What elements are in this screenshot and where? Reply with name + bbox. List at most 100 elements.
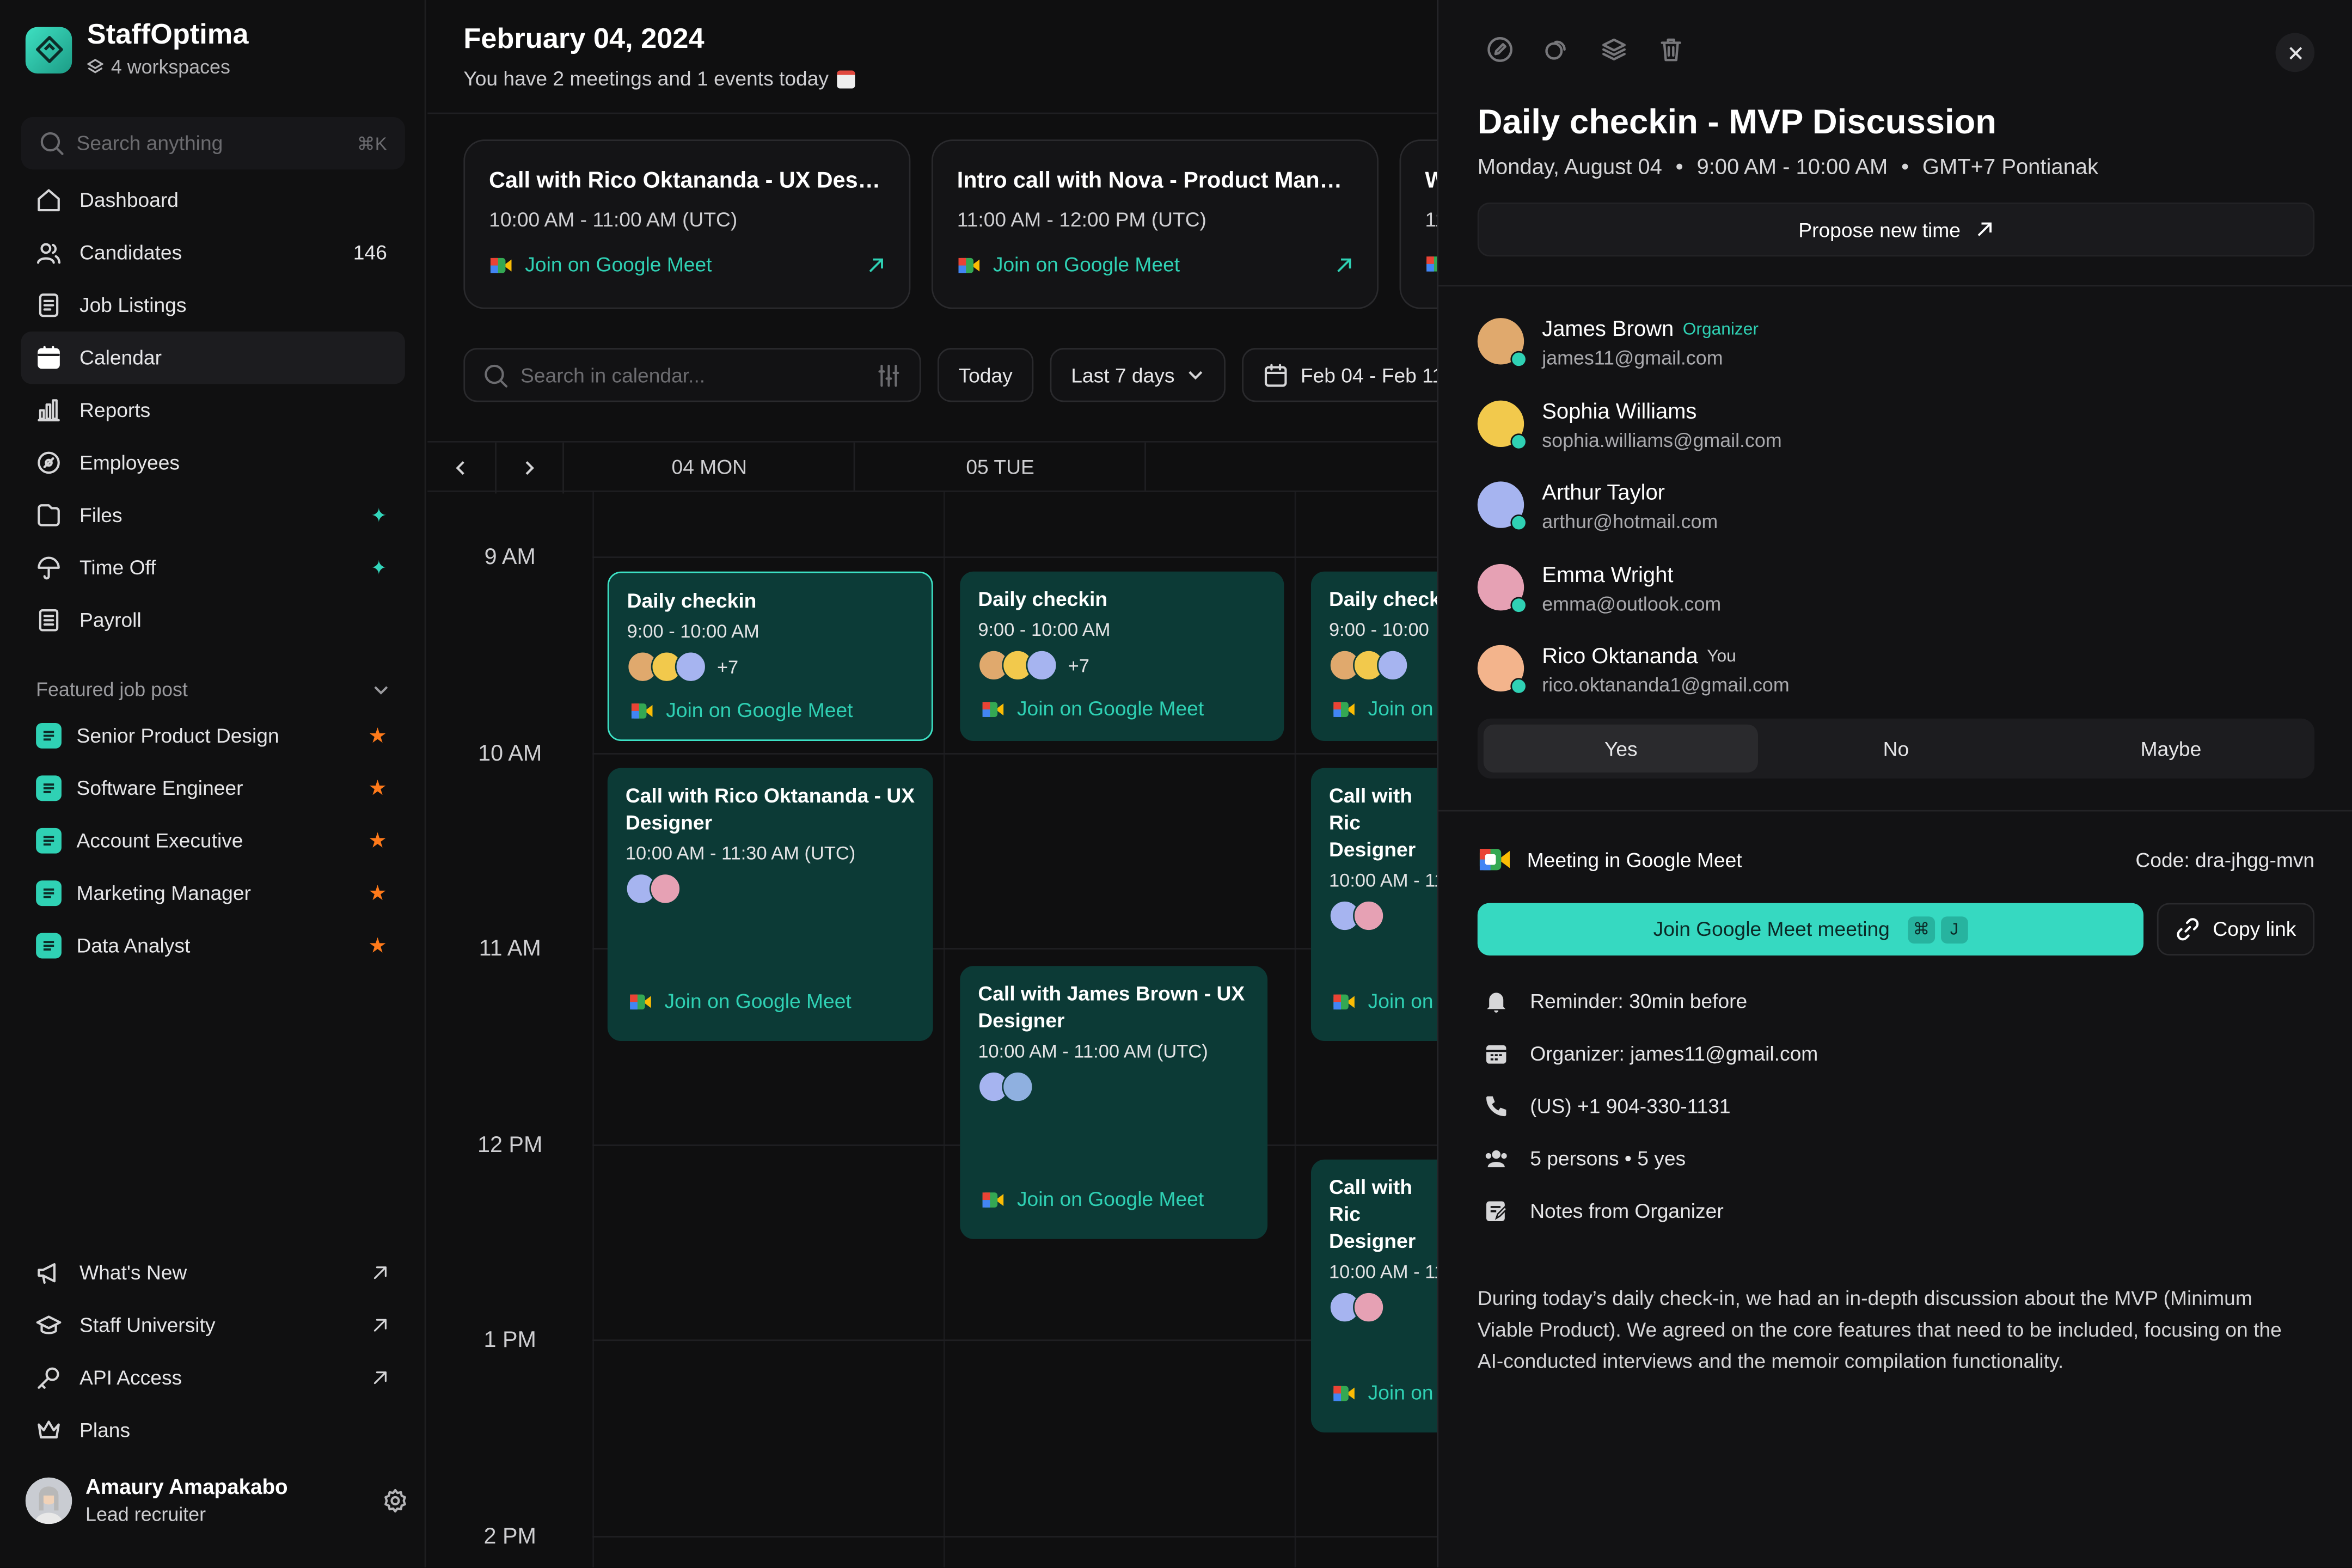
- featured-item[interactable]: Account Executive ★: [21, 814, 405, 867]
- join-meet-label: Join on Google Meet: [664, 990, 852, 1013]
- calendar-event[interactable]: Daily checki 9:00 - 10:00 Join on: [1310, 571, 1437, 742]
- next-week-button[interactable]: [496, 442, 565, 494]
- key-icon: [38, 1367, 59, 1389]
- join-meet-link[interactable]: Join on: [1332, 697, 1434, 720]
- meeting-card[interactable]: Call with Rico Oktananda - UX Designer 1…: [463, 139, 911, 309]
- featured-item-label: Senior Product Design: [76, 724, 279, 748]
- featured-item[interactable]: Marketing Manager ★: [21, 867, 405, 919]
- attendee-row[interactable]: Rico Oktananda You rico.oktananda1@gmail.…: [1477, 645, 2314, 727]
- featured-item[interactable]: Software Engineer ★: [21, 762, 405, 814]
- star-icon[interactable]: ★: [368, 828, 387, 854]
- meeting-card[interactable]: W 11: [1399, 139, 1437, 309]
- divider: [1438, 285, 2352, 287]
- meeting-card[interactable]: Intro call with Nova - Product Manager 1…: [931, 139, 1379, 309]
- rsvp-yes[interactable]: Yes: [1483, 724, 1759, 773]
- event-timezone: GMT+7 Pontianak: [1922, 156, 2099, 180]
- nav-label: Calendar: [79, 346, 162, 369]
- join-meet-button[interactable]: Join Google Meet meeting ⌘ J: [1477, 903, 2144, 955]
- arrow-up-right-icon[interactable]: [1335, 256, 1353, 274]
- rsvp-maybe[interactable]: Maybe: [2033, 725, 2308, 773]
- calendar-event[interactable]: Call with James Brown - UX Designer 10:0…: [960, 966, 1268, 1239]
- user-profile[interactable]: Amaury Amapakabo Lead recruiter: [25, 1474, 408, 1526]
- edit-icon[interactable]: [1486, 36, 1514, 63]
- star-icon[interactable]: ★: [368, 933, 387, 959]
- join-meet-link[interactable]: Join on Google Meet: [981, 1188, 1204, 1210]
- sidebar-search[interactable]: Search anything ⌘K: [21, 117, 405, 170]
- join-meet-label: Join on: [1368, 1381, 1434, 1404]
- featured-item[interactable]: Senior Product Design ★: [21, 709, 405, 762]
- avatar: [25, 1477, 72, 1523]
- star-icon[interactable]: ★: [368, 775, 387, 801]
- nav-dashboard[interactable]: Dashboard: [21, 174, 405, 226]
- star-icon[interactable]: ★: [368, 723, 387, 749]
- avatar: [675, 651, 707, 683]
- join-meet-link[interactable]: Join on Google Meet: [981, 697, 1204, 720]
- nav-payroll[interactable]: Payroll: [21, 594, 405, 646]
- nav-job-listings[interactable]: Job Listings: [21, 279, 405, 331]
- calendar-search-input[interactable]: Search in calendar...: [463, 348, 921, 402]
- accepted-check-icon: [1510, 514, 1527, 531]
- event-time: 9:00 - 10:00: [1329, 619, 1429, 641]
- event-time: 10:00 AM - 11: [1329, 869, 1437, 891]
- hour-label: 2 PM: [483, 1524, 536, 1550]
- star-icon[interactable]: ★: [368, 880, 387, 906]
- featured-header[interactable]: Featured job post: [36, 678, 390, 701]
- badge-icon: [38, 451, 60, 474]
- date-range-picker[interactable]: Feb 04 - Feb 11 2: [1242, 348, 1437, 402]
- nav-employees[interactable]: Employees: [21, 437, 405, 489]
- range-dropdown[interactable]: Last 7 days: [1050, 348, 1226, 402]
- join-meet-link[interactable]: Join on: [1332, 990, 1434, 1013]
- google-meet-icon: [1333, 701, 1355, 716]
- calendar-event[interactable]: Call with Ric Designer 10:00 AM - 11 Joi…: [1310, 768, 1437, 1042]
- attendee-row[interactable]: Arthur Taylor arthur@hotmail.com: [1477, 481, 2314, 563]
- nav-calendar[interactable]: Calendar: [21, 331, 405, 384]
- attendee-email: rico.oktananda1@gmail.com: [1542, 673, 1790, 696]
- nav-label: Plans: [79, 1419, 131, 1442]
- nav-time-off[interactable]: Time Off ✦: [21, 542, 405, 594]
- detail-row[interactable]: Notes from Organizer: [1484, 1185, 2316, 1238]
- join-meet-link[interactable]: Join on Google Meet: [957, 254, 1180, 276]
- featured-item[interactable]: Data Analyst ★: [21, 920, 405, 972]
- attendee-row[interactable]: Sophia Williams sophia.williams@gmail.co…: [1477, 400, 2314, 481]
- trash-icon[interactable]: [1657, 36, 1685, 63]
- archive-icon[interactable]: [1601, 36, 1628, 63]
- calendar-event[interactable]: Daily checkin 9:00 - 10:00 AM +7 Join on…: [960, 571, 1284, 742]
- shortcut-key: ⌘: [1907, 915, 1935, 943]
- nav-reports[interactable]: Reports: [21, 384, 405, 436]
- event-attendees: [625, 873, 915, 905]
- prev-week-button[interactable]: [427, 442, 497, 494]
- join-meet-link[interactable]: Join on Google Meet: [489, 254, 712, 276]
- rsvp-no[interactable]: No: [1759, 725, 2033, 773]
- attendee-row[interactable]: Emma Wright emma@outlook.com: [1477, 563, 2314, 645]
- avatar: [1477, 563, 1527, 613]
- close-button[interactable]: [2275, 33, 2315, 72]
- calendar-event-selected[interactable]: Daily checkin 9:00 - 10:00 AM +7 Join on…: [607, 571, 933, 742]
- join-meet-link[interactable]: Join on: [1332, 1381, 1434, 1404]
- nav-plans[interactable]: Plans: [21, 1404, 405, 1456]
- google-meet-icon: [982, 701, 1004, 716]
- job-doc-icon: [36, 933, 62, 959]
- nav-candidates[interactable]: Candidates 146: [21, 226, 405, 279]
- arrow-up-right-icon[interactable]: [867, 256, 885, 274]
- attendee-row[interactable]: James Brown Organizer james11@gmail.com: [1477, 318, 2314, 400]
- today-button[interactable]: Today: [937, 348, 1034, 402]
- join-meet-link[interactable]: Join on Google Meet: [630, 699, 853, 721]
- calendar-event[interactable]: Call with Ric Designer 10:00 AM - 11 Joi…: [1310, 1159, 1437, 1433]
- join-meet-link[interactable]: [1425, 254, 1437, 275]
- gear-icon[interactable]: [383, 1487, 408, 1513]
- job-doc-icon: [36, 828, 62, 854]
- nav-whats-new[interactable]: What's New: [21, 1246, 405, 1298]
- join-meet-link[interactable]: Join on Google Meet: [628, 990, 852, 1013]
- copy-link-button[interactable]: Copy link: [2157, 903, 2315, 955]
- propose-new-time-button[interactable]: Propose new time: [1477, 202, 2315, 257]
- calendar-event[interactable]: Call with Rico Oktananda - UX Designer 1…: [607, 768, 933, 1042]
- nav-files[interactable]: Files ✦: [21, 489, 405, 541]
- hour-label: 9 AM: [484, 544, 536, 570]
- shortcut-keys: ⌘ J: [1907, 915, 1968, 943]
- nav-api-access[interactable]: API Access: [21, 1351, 405, 1404]
- filter-sliders-icon[interactable]: [876, 362, 902, 388]
- brand[interactable]: StaffOptima 4 workspaces: [25, 20, 248, 78]
- nav-staff-university[interactable]: Staff University: [21, 1299, 405, 1351]
- accepted-check-icon: [1510, 678, 1527, 695]
- duplicate-icon[interactable]: [1543, 36, 1571, 63]
